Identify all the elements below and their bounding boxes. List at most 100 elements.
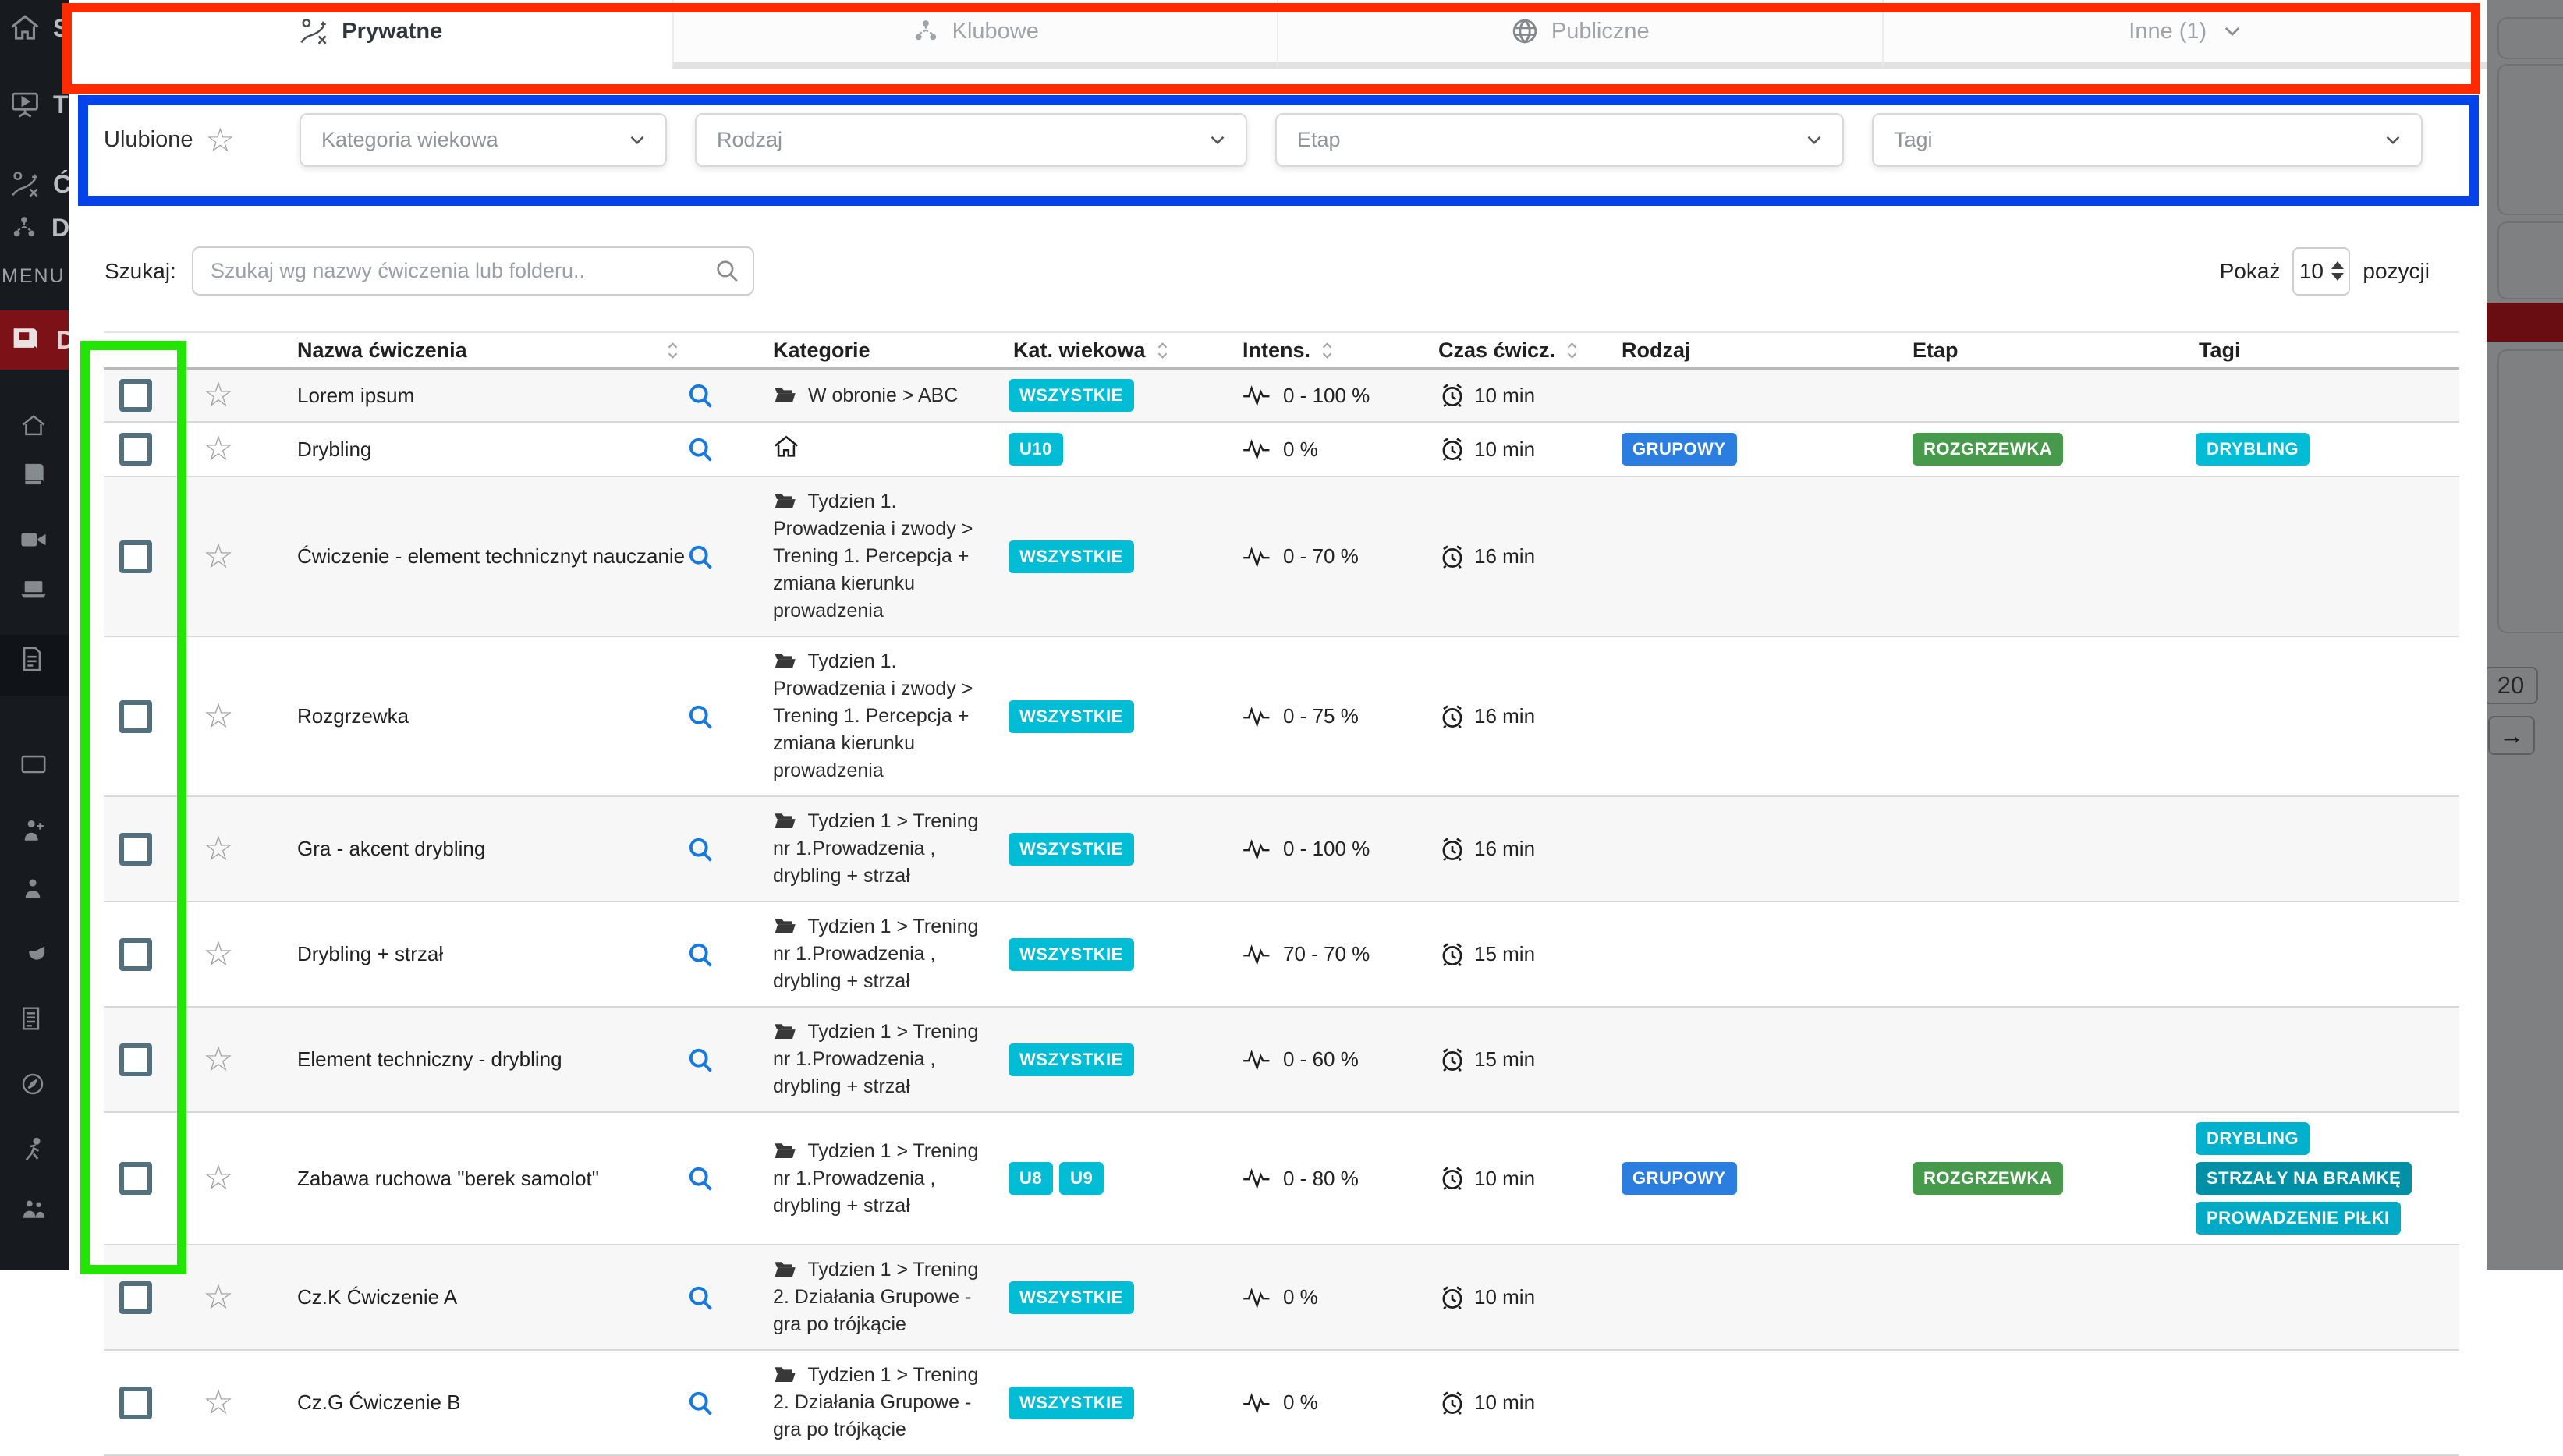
preview-button[interactable] — [686, 1113, 760, 1244]
sidebar-item[interactable] — [0, 1061, 69, 1107]
row-checkbox[interactable] — [119, 1281, 152, 1314]
runner-icon — [20, 1137, 47, 1162]
dropdown-placeholder: Rodzaj — [717, 128, 782, 152]
sidebar-item-d[interactable]: D — [0, 204, 69, 251]
favorite-star-icon[interactable]: ☆ — [203, 378, 233, 413]
team-icon — [9, 215, 39, 240]
tab-publiczne[interactable]: Publiczne — [1277, 0, 1882, 69]
camera-icon — [20, 529, 47, 551]
preview-button[interactable] — [686, 1351, 760, 1454]
dropdown-kategoria-wiekowa[interactable]: Kategoria wiekowa — [300, 113, 667, 167]
tab-label: Prywatne — [342, 19, 442, 44]
header-czas[interactable]: Czas ćwicz. — [1431, 333, 1615, 367]
sidebar-item[interactable] — [0, 516, 69, 563]
favorite-star-icon[interactable]: ☆ — [203, 1161, 233, 1196]
sidebar-item[interactable] — [0, 1185, 69, 1232]
star-icon[interactable]: ☆ — [205, 124, 235, 157]
row-checkbox[interactable] — [119, 1162, 152, 1195]
preview-button[interactable] — [686, 477, 760, 636]
row-checkbox[interactable] — [119, 938, 152, 971]
favorite-star-icon[interactable]: ☆ — [203, 432, 233, 466]
sidebar-item-active[interactable]: D — [0, 310, 69, 370]
favorite-star-icon[interactable]: ☆ — [203, 1386, 233, 1420]
row-checkbox[interactable] — [119, 379, 152, 412]
dropdown-rodzaj[interactable]: Rodzaj — [695, 113, 1247, 167]
time-value: 10 min — [1474, 1390, 1535, 1415]
dimmed-number-input[interactable]: 20 — [2487, 667, 2538, 704]
row-checkbox[interactable] — [119, 433, 152, 466]
etap-badge-cell: ROZGRZEWKA — [1907, 423, 2192, 476]
favorite-star-icon[interactable]: ☆ — [203, 937, 233, 972]
favorite-star-icon[interactable]: ☆ — [203, 832, 233, 866]
tab-prywatne[interactable]: Prywatne — [69, 0, 672, 69]
favorite-star-icon[interactable]: ☆ — [203, 700, 233, 734]
page-size-select[interactable]: 10 — [2292, 247, 2350, 296]
preview-button[interactable] — [686, 902, 760, 1006]
sidebar-item[interactable] — [0, 741, 69, 788]
chevron-down-icon — [629, 135, 645, 145]
preview-button[interactable] — [686, 370, 760, 421]
header-nazwa[interactable]: Nazwa ćwiczenia — [269, 333, 686, 367]
time-value: 10 min — [1474, 384, 1535, 408]
header-kat-wiekowa[interactable]: Kat. wiekowa — [1002, 333, 1228, 367]
time-value: 16 min — [1474, 544, 1535, 569]
search-input[interactable] — [192, 246, 754, 296]
age-category-badge: U9 — [1059, 1162, 1104, 1195]
preview-button[interactable] — [686, 797, 760, 901]
dropdown-etap[interactable]: Etap — [1275, 113, 1844, 167]
user-icon — [20, 877, 45, 902]
etap-badge-cell — [1907, 1351, 2192, 1454]
row-checkbox[interactable] — [119, 700, 152, 733]
app-sidebar: MENU D S T Ć D — [0, 0, 69, 1270]
sidebar-item-t[interactable]: T — [0, 81, 69, 128]
header-intens[interactable]: Intens. — [1228, 333, 1431, 367]
tactics-icon — [298, 18, 329, 44]
list-icon — [20, 1006, 44, 1031]
dropdown-placeholder: Etap — [1297, 128, 1341, 152]
preview-button[interactable] — [686, 1245, 760, 1349]
sidebar-item[interactable] — [0, 807, 69, 854]
header-etap: Etap — [1907, 333, 2192, 367]
tab-label: Publiczne — [1551, 19, 1650, 44]
globe-icon — [1511, 17, 1539, 45]
sidebar-item[interactable] — [0, 636, 69, 682]
folder-icon — [773, 1259, 796, 1279]
folder-icon — [773, 384, 796, 405]
rodzaj-badge-cell — [1615, 370, 1907, 421]
sidebar-item[interactable] — [0, 402, 69, 449]
chevron-down-icon — [1210, 135, 1225, 145]
arrow-right-button[interactable]: → — [2488, 716, 2535, 755]
row-checkbox[interactable] — [119, 1387, 152, 1419]
exercise-name: Drybling + strzał — [297, 942, 443, 966]
preview-button[interactable] — [686, 637, 760, 795]
sidebar-item[interactable] — [0, 451, 69, 498]
favorite-star-icon[interactable]: ☆ — [203, 540, 233, 574]
sidebar-item[interactable] — [0, 930, 69, 976]
visibility-tabs: Prywatne Klubowe Publiczne Inne (1) — [69, 0, 2487, 69]
sidebar-item[interactable] — [0, 866, 69, 912]
magnifier-icon — [686, 435, 714, 463]
table-row: ☆ Ćwiczenie - element technicznyt naucza… — [104, 477, 2459, 637]
sidebar-item-ć[interactable]: Ć — [0, 161, 69, 207]
sidebar-item-letter: Ć — [53, 170, 69, 199]
sidebar-item[interactable] — [0, 1126, 69, 1173]
row-checkbox[interactable] — [119, 833, 152, 866]
sidebar-item[interactable] — [0, 995, 69, 1042]
preview-button[interactable] — [686, 1008, 760, 1111]
clock-icon — [1438, 435, 1466, 463]
sidebar-item-s[interactable]: S — [0, 5, 69, 51]
category-path: Tydzien 1 > Trening 2. Działania Grupowe… — [773, 1362, 979, 1444]
row-checkbox[interactable] — [119, 540, 152, 573]
tag-badge: STRZAŁY NA BRAMKĘ — [2196, 1162, 2412, 1195]
sidebar-item[interactable] — [0, 565, 69, 612]
row-checkbox[interactable] — [119, 1043, 152, 1076]
preview-button[interactable] — [686, 423, 760, 476]
user-add-icon — [20, 818, 47, 843]
favorite-star-icon[interactable]: ☆ — [203, 1281, 233, 1315]
tab-inne[interactable]: Inne (1) — [1882, 0, 2487, 69]
tab-klubowe[interactable]: Klubowe — [672, 0, 1278, 69]
tag-badges-cell — [2192, 1008, 2459, 1111]
clock-icon — [1438, 1164, 1466, 1192]
dropdown-tagi[interactable]: Tagi — [1872, 113, 2423, 167]
favorite-star-icon[interactable]: ☆ — [203, 1043, 233, 1077]
